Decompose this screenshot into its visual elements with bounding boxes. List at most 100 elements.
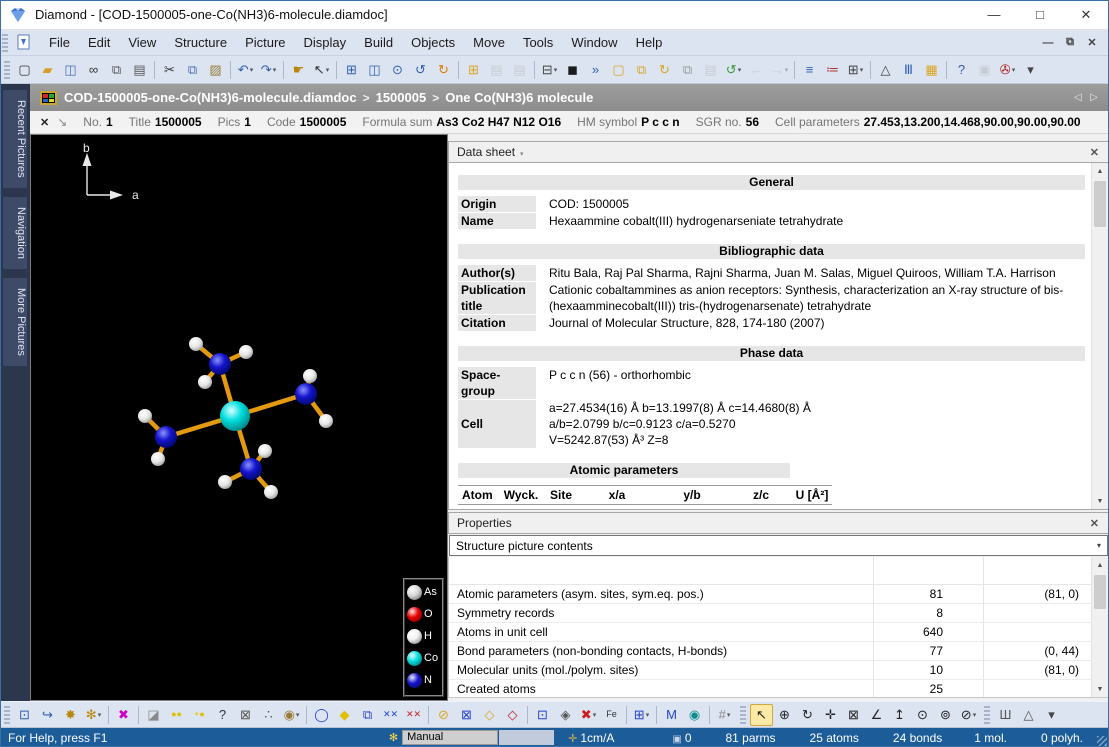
picture-mode-icon[interactable]: ◼ — [561, 59, 584, 81]
distances-plot-icon[interactable]: △ — [874, 59, 897, 81]
table-row[interactable]: Symmetry records 8 — [449, 604, 1091, 623]
print-preview-icon[interactable]: ⧉ — [105, 59, 128, 81]
picture-globe-icon[interactable]: ◉ — [683, 704, 706, 726]
properties-scrollbar[interactable]: ▲ ▼ — [1091, 557, 1108, 697]
edit-net-icon[interactable]: ⊠ — [455, 704, 478, 726]
scrollbar-thumb[interactable] — [1094, 181, 1106, 227]
dropdown-caret-icon[interactable]: ▾ — [785, 66, 789, 74]
demote-sheet-icon[interactable]: ▤ — [508, 59, 531, 81]
mdi-close-icon[interactable]: ✕ — [1081, 36, 1103, 49]
close-icon[interactable]: ✕ — [1090, 146, 1108, 159]
dropdown-caret-icon[interactable]: ▾ — [296, 711, 300, 719]
menu-display[interactable]: Display — [295, 32, 356, 54]
connect-atoms-icon[interactable]: ⊠ — [234, 704, 257, 726]
chevron-down-icon[interactable]: ▾ — [1097, 541, 1107, 550]
plane-red-icon[interactable]: ◇ — [501, 704, 524, 726]
promote-sheet-icon[interactable]: ▤ — [485, 59, 508, 81]
open-folder-icon[interactable]: ▰ — [36, 59, 59, 81]
menu-file[interactable]: File — [40, 32, 79, 54]
dropdown-caret-icon[interactable]: ▾ — [593, 711, 597, 719]
nav-forward-icon[interactable]: →▾ — [768, 59, 791, 81]
dropdown-caret-icon[interactable]: ▾ — [646, 711, 650, 719]
rotate-picture-icon[interactable]: ↻ — [653, 59, 676, 81]
new-picture-icon[interactable]: ▢ — [607, 59, 630, 81]
print-icon[interactable]: ▤ — [128, 59, 151, 81]
data-grid-icon[interactable]: ⊟▾ — [538, 59, 561, 81]
select-mode-icon[interactable]: ↖ — [750, 704, 773, 726]
scroll-down-icon[interactable]: ▼ — [1092, 493, 1108, 509]
tilt-mode-icon[interactable]: ↥ — [888, 704, 911, 726]
breadcrumb-nav-arrows-icon[interactable]: ◁ ▷ — [1074, 92, 1109, 103]
breadcrumb-picture[interactable]: One Co(NH3)6 molecule — [445, 90, 593, 105]
spin-mode-icon[interactable]: ⊙ — [911, 704, 934, 726]
save-icon[interactable]: ◫ — [59, 59, 82, 81]
properties-table-icon[interactable]: ▦ — [920, 59, 943, 81]
tab-recent-pictures[interactable]: Recent Pictures — [3, 90, 27, 188]
translate-mode-icon[interactable]: ✛ — [819, 704, 842, 726]
undo-icon[interactable]: ↶▾ — [234, 59, 257, 81]
paste-icon[interactable]: ▨ — [204, 59, 227, 81]
delete-bonds-red-icon[interactable]: ✕✕ — [402, 704, 425, 726]
plane-yellow-icon[interactable]: ◇ — [478, 704, 501, 726]
cut-icon[interactable]: ✂ — [158, 59, 181, 81]
menu-tools[interactable]: Tools — [514, 32, 562, 54]
data-sheet-header[interactable]: Data sheet ▾ ✕ — [448, 141, 1109, 163]
send-document-icon[interactable]: ↪ — [36, 704, 59, 726]
break-bonds-icon[interactable]: ✖▾ — [577, 704, 600, 726]
table-row[interactable]: As1 8e 1 0.13009(1) 0.47924(2) 0.52012(1… — [458, 505, 832, 509]
complete-fragments-icon[interactable]: ∴ — [257, 704, 280, 726]
picture-forward-icon[interactable]: » — [584, 59, 607, 81]
angle-diagram-icon[interactable]: △ — [1017, 704, 1040, 726]
copy-icon[interactable]: ⧉ — [181, 59, 204, 81]
dropdown-caret-icon[interactable]: ▾ — [738, 66, 742, 74]
tab-more-pictures[interactable]: More Pictures — [3, 278, 27, 366]
add-all-atoms-icon[interactable]: ●● — [165, 704, 188, 726]
nav-back-icon[interactable]: ← — [745, 59, 768, 81]
molecule-canvas[interactable]: b a — [31, 135, 447, 700]
polyhedron-outline-icon[interactable]: ◯ — [310, 704, 333, 726]
copy-polyhedra-icon[interactable]: ⧉ — [356, 704, 379, 726]
dropdown-caret-icon[interactable]: ▾ — [98, 711, 102, 719]
scroll-down-icon[interactable]: ▼ — [1092, 681, 1108, 697]
table-row[interactable]: Bond parameters (non-bonding contacts, H… — [449, 642, 1091, 661]
redo-icon[interactable]: ↷▾ — [257, 59, 280, 81]
dropdown-caret-icon[interactable]: ▾ — [973, 711, 977, 719]
screenshot-icon[interactable]: ▣ — [973, 59, 996, 81]
grid-setup-icon[interactable]: #▾ — [713, 704, 736, 726]
anim-x-icon[interactable]: ⊚ — [934, 704, 957, 726]
menu-objects[interactable]: Objects — [402, 32, 464, 54]
close-icon[interactable]: ✕ — [1090, 517, 1108, 530]
help-icon[interactable]: ? — [950, 59, 973, 81]
pointer-icon[interactable]: ↖▾ — [310, 59, 333, 81]
menu-help[interactable]: Help — [627, 32, 672, 54]
picture-wizard-icon[interactable]: ✻▾ — [82, 704, 105, 726]
eraser-icon[interactable]: ◪ — [142, 704, 165, 726]
distance-diagram-icon[interactable]: Ш — [994, 704, 1017, 726]
scroll-up-icon[interactable]: ▲ — [1092, 557, 1108, 573]
panel-caret-icon[interactable]: ▾ — [520, 150, 524, 158]
dropdown-caret-icon[interactable]: ▾ — [554, 66, 558, 74]
video-recorder-icon[interactable]: ✇▾ — [996, 59, 1019, 81]
angle-mode-icon[interactable]: ∠ — [865, 704, 888, 726]
infobar-jump-icon[interactable]: ↘ — [57, 115, 67, 129]
menu-build[interactable]: Build — [355, 32, 402, 54]
table-row[interactable]: Created atoms 25 — [449, 680, 1091, 698]
rotate-mode-icon[interactable]: ↻ — [796, 704, 819, 726]
dropdown-caret-icon[interactable]: ▾ — [727, 711, 731, 719]
dropdown-caret-icon[interactable]: ▾ — [860, 66, 864, 74]
table-row[interactable]: Atoms in unit cell 640 — [449, 623, 1091, 642]
maximize-icon[interactable]: □ — [1017, 0, 1063, 29]
new-document-icon[interactable]: ▢ — [13, 59, 36, 81]
scroll-up-icon[interactable]: ▲ — [1092, 163, 1108, 179]
anim-y-icon[interactable]: ⊘▾ — [957, 704, 980, 726]
breadcrumb-structure[interactable]: 1500005 — [376, 90, 427, 105]
add-atom-icon[interactable]: +● — [188, 704, 211, 726]
structure-viewer[interactable]: b a — [30, 134, 448, 701]
menu-window[interactable]: Window — [562, 32, 626, 54]
find-binoculars-icon[interactable]: ∞ — [82, 59, 105, 81]
menu-edit[interactable]: Edit — [79, 32, 119, 54]
new-table-icon[interactable]: ⊞ — [462, 59, 485, 81]
tab-navigation[interactable]: Navigation — [3, 197, 27, 269]
measure-icon[interactable]: M — [660, 704, 683, 726]
menu-move[interactable]: Move — [464, 32, 514, 54]
